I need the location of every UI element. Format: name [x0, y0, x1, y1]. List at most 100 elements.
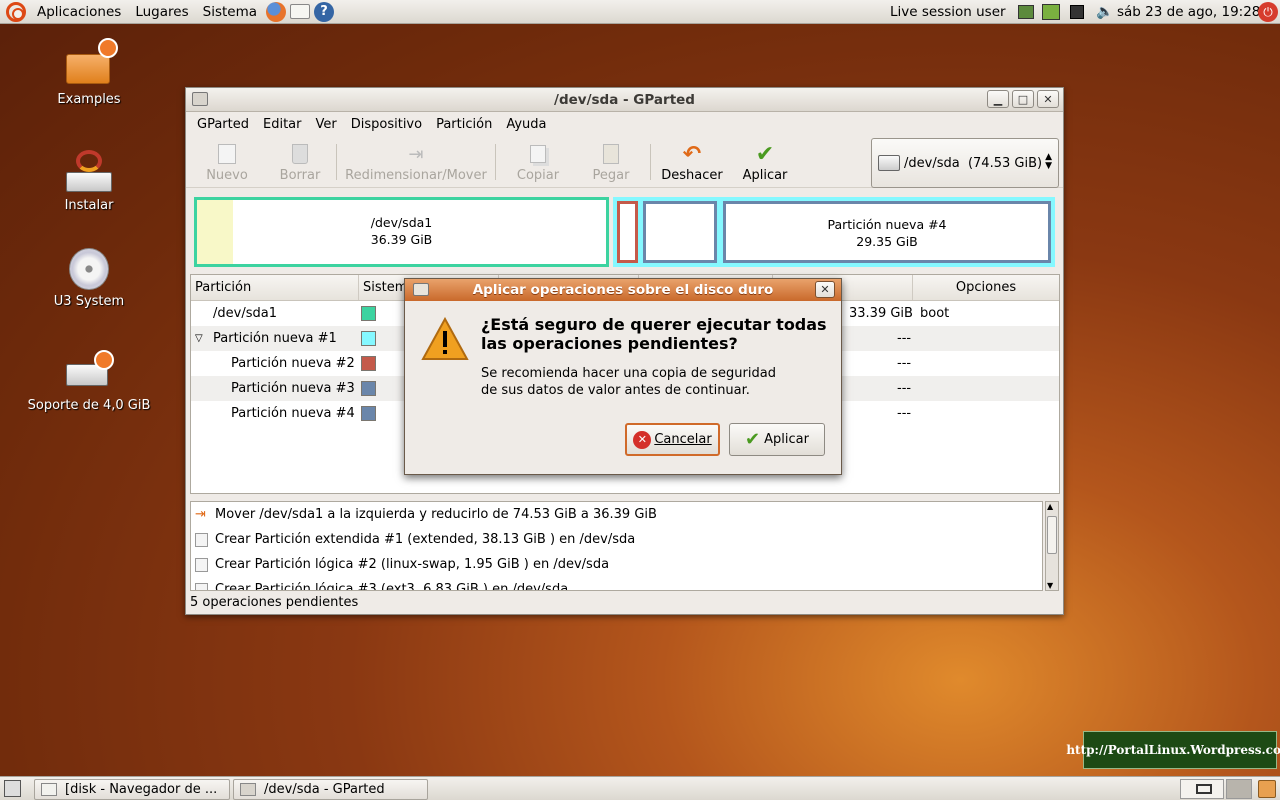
delete-label: Borrar: [279, 168, 321, 183]
menu-gparted[interactable]: GParted: [190, 117, 256, 132]
display-icon[interactable]: [1070, 0, 1084, 24]
dialog-titlebar[interactable]: Aplicar operaciones sobre el disco duro …: [405, 279, 841, 301]
session-user[interactable]: Live session user: [890, 0, 1006, 24]
dialog-close-button[interactable]: ✕: [815, 281, 835, 298]
cancel-label: Cancelar: [654, 432, 712, 447]
maximize-button[interactable]: □: [1012, 90, 1034, 108]
undo-button[interactable]: ↶ Deshacer: [651, 136, 733, 188]
watermark-banner: http://PortalLinux.Wordpress.com: [1066, 731, 1280, 769]
cdrom-icon: [69, 248, 109, 290]
taskbar-item-gparted[interactable]: /dev/sda - GParted: [233, 779, 428, 800]
column-header[interactable]: Partición: [191, 275, 359, 300]
desktop-icon-label: Examples: [57, 92, 121, 107]
power-icon[interactable]: ⏻: [1258, 0, 1278, 24]
gparted-task-icon: [240, 783, 256, 796]
list-item[interactable]: Crear Partición lógica #2 (linux-swap, 1…: [191, 552, 1042, 577]
usb-drive-icon: [66, 350, 114, 394]
menu-particion[interactable]: Partición: [429, 117, 499, 132]
dialog-apply-button[interactable]: ✔ Aplicar: [729, 423, 825, 456]
scroll-down-icon[interactable]: ▼: [1047, 581, 1053, 590]
confirm-apply-dialog: Aplicar operaciones sobre el disco duro …: [404, 278, 842, 475]
resize-move-button[interactable]: ⇥ Redimensionar/Mover: [337, 136, 495, 188]
help-icon[interactable]: ?: [314, 1, 335, 22]
menu-aplicaciones[interactable]: Aplicaciones: [30, 0, 128, 24]
partition-name: Partición nueva #3: [231, 381, 355, 396]
toolbar: Nuevo Borrar ⇥ Redimensionar/Mover Copia…: [186, 136, 1063, 188]
desktop-icon-instalar[interactable]: Instalar: [14, 148, 164, 213]
paste-label: Pegar: [592, 168, 630, 183]
disk-map-sda1[interactable]: /dev/sda1 36.39 GiB: [194, 197, 609, 267]
new-button[interactable]: Nuevo: [190, 136, 264, 188]
scroll-up-icon[interactable]: ▲: [1047, 502, 1053, 511]
disk-map-part4[interactable]: Partición nueva #4 29.35 GiB: [723, 201, 1051, 263]
list-item[interactable]: ⇥ Mover /dev/sda1 a la izquierda y reduc…: [191, 502, 1042, 527]
show-desktop-icon[interactable]: [4, 780, 21, 797]
partition-flags: ---: [897, 356, 912, 371]
checkmark-icon: ✔: [745, 429, 761, 450]
list-item[interactable]: Crear Partición lógica #3 (ext3, 6.83 Gi…: [191, 577, 1042, 591]
dialog-body-line: de sus datos de valor antes de continuar…: [481, 383, 750, 398]
cancel-button[interactable]: ✕ Cancelar: [625, 423, 720, 456]
menu-ayuda[interactable]: Ayuda: [499, 117, 553, 132]
minimize-button[interactable]: ▁: [987, 90, 1009, 108]
partition-name: /dev/sda1: [213, 306, 277, 321]
desktop-icon-usb[interactable]: Soporte de 4,0 GiB: [14, 350, 164, 413]
copy-button[interactable]: Copiar: [496, 136, 580, 188]
pending-operations-list: ⇥ Mover /dev/sda1 a la izquierda y reduc…: [190, 501, 1043, 591]
firefox-icon[interactable]: [266, 1, 287, 22]
menu-sistema[interactable]: Sistema: [196, 0, 264, 24]
volume-icon[interactable]: 🔈: [1096, 0, 1113, 24]
partition-flags: ---: [897, 381, 912, 396]
status-bar: 5 operaciones pendientes: [190, 595, 359, 610]
operation-text: Crear Partición lógica #3 (ext3, 6.83 Gi…: [215, 582, 569, 591]
delete-button[interactable]: Borrar: [264, 136, 336, 188]
menu-lugares[interactable]: Lugares: [128, 0, 195, 24]
menu-dispositivo[interactable]: Dispositivo: [344, 117, 429, 132]
scrollbar-thumb[interactable]: [1047, 516, 1057, 554]
ubuntu-logo-icon[interactable]: [6, 1, 26, 22]
folder-icon: [66, 38, 118, 88]
operation-text: Crear Partición extendida #1 (extended, …: [215, 532, 636, 547]
dialog-heading: ¿Está seguro de querer ejecutar todas la…: [481, 315, 827, 353]
device-selector[interactable]: /dev/sda (74.53 GiB) ▲ ▼: [871, 138, 1059, 188]
paste-icon: [599, 142, 623, 166]
trash-icon[interactable]: [1258, 780, 1276, 798]
workspace-switcher-1[interactable]: [1180, 779, 1224, 799]
spinner-arrows-icon: ▲ ▼: [1045, 152, 1052, 171]
clock[interactable]: sáb 23 de ago, 19:28: [1117, 0, 1260, 24]
new-partition-icon: [195, 558, 208, 572]
warning-icon: [421, 316, 469, 361]
close-button[interactable]: ✕: [1037, 90, 1059, 108]
paste-button[interactable]: Pegar: [580, 136, 642, 188]
desktop-icon-examples[interactable]: Examples: [14, 38, 164, 107]
menu-ver[interactable]: Ver: [309, 117, 344, 132]
disk-map-part3[interactable]: [643, 201, 717, 263]
disk-map-extended[interactable]: Partición nueva #4 29.35 GiB: [613, 197, 1055, 267]
window-titlebar[interactable]: /dev/sda - GParted ▁ □ ✕: [186, 88, 1063, 112]
move-arrow-icon: ⇥: [195, 507, 206, 522]
resize-label: Redimensionar/Mover: [345, 168, 487, 183]
copy-label: Copiar: [516, 168, 560, 183]
desktop-icon-label: U3 System: [53, 294, 125, 309]
taskbar-item-file-browser[interactable]: [disk - Navegador de ...: [34, 779, 230, 800]
desktop-icon-u3[interactable]: U3 System: [14, 248, 164, 309]
column-header[interactable]: Opciones: [913, 275, 1059, 300]
battery-icon[interactable]: [1042, 0, 1060, 24]
taskbar-item-label: /dev/sda - GParted: [264, 782, 385, 797]
mail-icon[interactable]: [290, 4, 311, 19]
harddisk-icon: [878, 155, 900, 171]
network-icon[interactable]: [1018, 0, 1034, 24]
list-item[interactable]: Crear Partición extendida #1 (extended, …: [191, 527, 1042, 552]
partition-name: Partición nueva #4: [231, 406, 355, 421]
partition-flags: boot: [920, 306, 950, 321]
operation-text: Crear Partición lógica #2 (linux-swap, 1…: [215, 557, 610, 572]
workspace-switcher-2[interactable]: [1226, 779, 1252, 799]
apply-button[interactable]: ✔ Aplicar: [733, 136, 797, 188]
menu-editar[interactable]: Editar: [256, 117, 309, 132]
device-selector-label: /dev/sda (74.53 GiB): [904, 155, 1043, 171]
new-partition-icon: [195, 533, 208, 547]
expander-triangle-icon[interactable]: ▽: [195, 326, 203, 351]
desktop-icon-label: Instalar: [64, 198, 114, 213]
operations-scrollbar[interactable]: ▲ ▼: [1045, 501, 1059, 591]
disk-map-part2[interactable]: [617, 201, 638, 263]
